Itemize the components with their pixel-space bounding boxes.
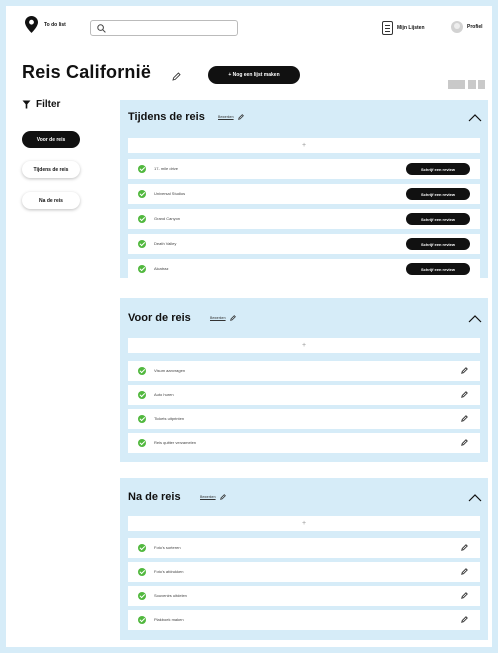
list-item-label: Grand Canyon <box>154 216 181 221</box>
top-bar: To do list Mijn Lijsten Profiel <box>6 6 492 52</box>
logo[interactable]: To do list <box>25 16 66 33</box>
list-item-label: Auto huren <box>154 392 174 397</box>
my-lists-link[interactable]: Mijn Lijsten <box>382 21 425 35</box>
edit-list-label: Bewerken <box>210 316 226 320</box>
check-circle-icon[interactable] <box>138 415 146 423</box>
pencil-icon[interactable] <box>461 391 468 398</box>
check-circle-icon[interactable] <box>138 616 146 624</box>
list-item: Reis quitter verzamelen <box>128 433 480 453</box>
search-icon <box>97 24 106 33</box>
view-toggle <box>448 80 485 89</box>
list-view-icon[interactable] <box>448 80 465 89</box>
logo-text: To do list <box>44 21 66 28</box>
list-item-label: Tickets uitprinten <box>154 416 185 421</box>
filter-na-de-reis[interactable]: Na de reis <box>22 192 80 209</box>
add-item-row[interactable]: + <box>128 338 480 353</box>
list-item: Foto's afdrukken <box>128 562 480 582</box>
pencil-icon <box>219 494 226 500</box>
list-item-label: Plakboek maken <box>154 617 184 622</box>
chevron-up-icon[interactable] <box>468 114 482 122</box>
list-item-label: Alcatraz <box>154 266 169 271</box>
profile-label: Profiel <box>467 24 483 30</box>
check-circle-icon[interactable] <box>138 592 146 600</box>
add-item-row[interactable]: + <box>128 516 480 531</box>
list-item: Death Valley Schrijf een review <box>128 234 480 254</box>
list-card-na-de-reis: Na de reis Bewerken + Foto's sorteren Fo… <box>120 478 488 640</box>
pencil-icon[interactable] <box>461 568 468 575</box>
new-list-button[interactable]: + Nog een lijst maken <box>208 66 300 84</box>
check-circle-icon[interactable] <box>138 215 146 223</box>
list-item: Universal Studios Schrijf een review <box>128 184 480 204</box>
document-list-icon <box>382 21 393 35</box>
check-circle-icon[interactable] <box>138 265 146 273</box>
list-card-tijdens-de-reis: Tijdens de reis Bewerken + 17- mile driv… <box>120 100 488 279</box>
pencil-icon[interactable] <box>461 592 468 599</box>
search-input[interactable] <box>90 20 238 36</box>
chevron-up-icon[interactable] <box>468 315 482 323</box>
filter-voor-de-reis[interactable]: Voor de reis <box>22 131 80 148</box>
list-item: Visum aanvragen <box>128 361 480 381</box>
write-review-button[interactable]: Schrijf een review <box>406 238 470 250</box>
edit-list-link[interactable]: Bewerken <box>200 494 226 500</box>
add-item-row[interactable]: + <box>128 138 480 153</box>
check-circle-icon[interactable] <box>138 439 146 447</box>
list-title: Tijdens de reis <box>128 111 205 123</box>
list-item-label: Universal Studios <box>154 191 186 196</box>
edit-list-label: Bewerken <box>200 495 216 499</box>
edit-list-link[interactable]: Bewerken <box>210 315 236 321</box>
pencil-icon <box>237 114 244 120</box>
list-item: 17- mile drive Schrijf een review <box>128 159 480 179</box>
list-title: Na de reis <box>128 491 181 503</box>
pencil-icon <box>229 315 236 321</box>
avatar-icon <box>451 21 463 33</box>
list-card-voor-de-reis: Voor de reis Bewerken + Visum aanvragen … <box>120 298 488 462</box>
page-title: Reis Californië <box>22 62 152 82</box>
filter-tijdens-de-reis[interactable]: Tijdens de reis <box>22 161 80 178</box>
list-item-label: Visum aanvragen <box>154 368 186 373</box>
pencil-icon[interactable] <box>461 367 468 374</box>
list-item: Grand Canyon Schrijf een review <box>128 209 480 229</box>
check-circle-icon[interactable] <box>138 568 146 576</box>
edit-list-link[interactable]: Bewerken <box>218 114 244 120</box>
check-circle-icon[interactable] <box>138 367 146 375</box>
profile-link[interactable]: Profiel <box>451 21 483 33</box>
edit-list-label: Bewerken <box>218 115 234 119</box>
page: To do list Mijn Lijsten Profiel Reis Cal… <box>6 6 492 647</box>
list-item-label: Reis quitter verzamelen <box>154 440 197 445</box>
list-item-label: Souvenirs uitdelen <box>154 593 187 598</box>
list-item: Foto's sorteren <box>128 538 480 558</box>
list-item: Auto huren <box>128 385 480 405</box>
write-review-button[interactable]: Schrijf een review <box>406 213 470 225</box>
funnel-icon <box>22 100 31 109</box>
list-item-label: Death Valley <box>154 241 177 246</box>
write-review-button[interactable]: Schrijf een review <box>406 163 470 175</box>
pencil-icon[interactable] <box>461 439 468 446</box>
list-title: Voor de reis <box>128 312 191 324</box>
list-item-label: 17- mile drive <box>154 166 179 171</box>
chevron-up-icon[interactable] <box>468 494 482 502</box>
list-item: Tickets uitprinten <box>128 409 480 429</box>
list-item: Plakboek maken <box>128 610 480 630</box>
list-item-label: Foto's sorteren <box>154 545 181 550</box>
grid-view-icon[interactable] <box>468 80 485 89</box>
check-circle-icon[interactable] <box>138 544 146 552</box>
write-review-button[interactable]: Schrijf een review <box>406 188 470 200</box>
list-item-label: Foto's afdrukken <box>154 569 184 574</box>
filter-heading: Filter <box>22 99 60 110</box>
check-circle-icon[interactable] <box>138 190 146 198</box>
my-lists-label: Mijn Lijsten <box>397 25 425 31</box>
check-circle-icon[interactable] <box>138 165 146 173</box>
pencil-icon[interactable] <box>172 68 181 86</box>
list-item: Souvenirs uitdelen <box>128 586 480 606</box>
check-circle-icon[interactable] <box>138 391 146 399</box>
pencil-icon[interactable] <box>461 616 468 623</box>
write-review-button[interactable]: Schrijf een review <box>406 263 470 275</box>
pencil-icon[interactable] <box>461 415 468 422</box>
check-circle-icon[interactable] <box>138 240 146 248</box>
map-pin-icon <box>25 16 38 33</box>
list-item: Alcatraz Schrijf een review <box>128 259 480 279</box>
pencil-icon[interactable] <box>461 544 468 551</box>
filter-heading-label: Filter <box>36 99 61 110</box>
